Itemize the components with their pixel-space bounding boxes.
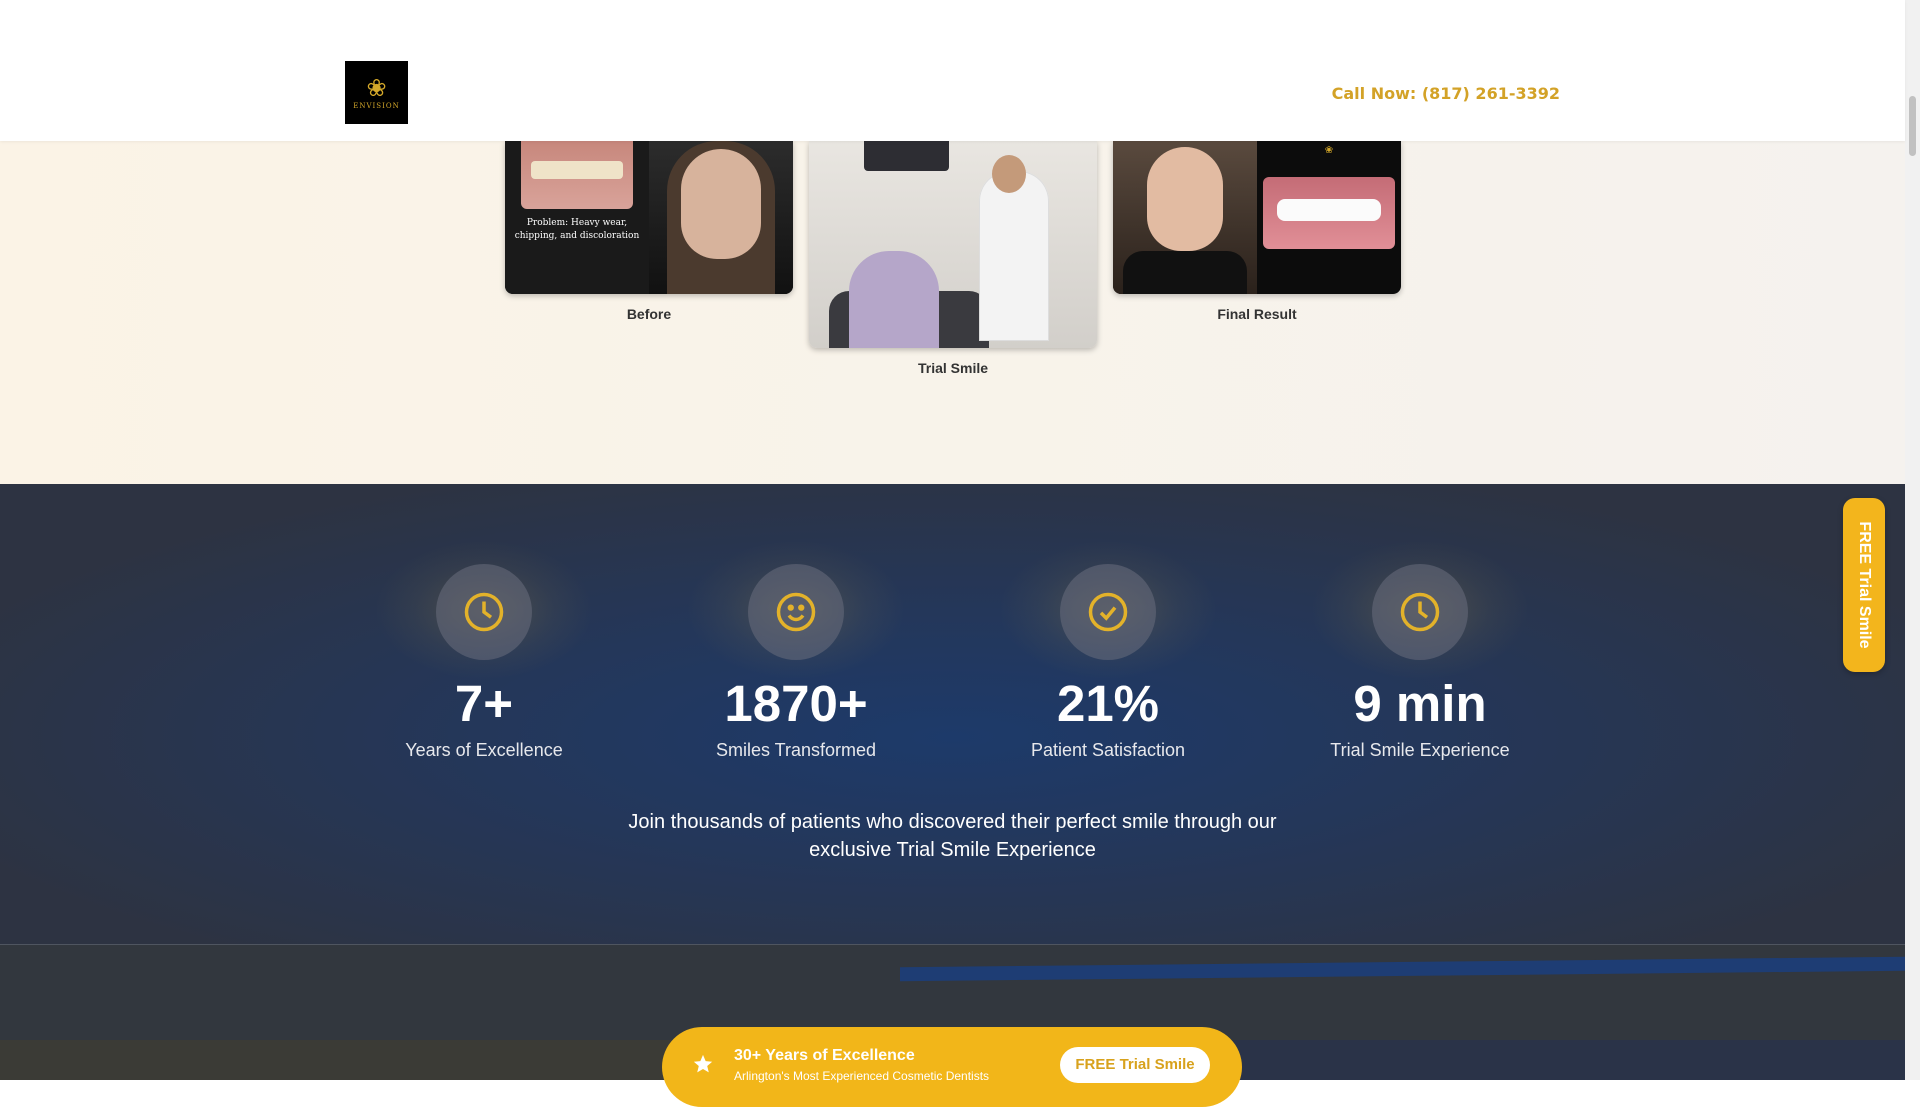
problem-text: Problem: Heavy wear, chipping, and disco…: [514, 218, 640, 241]
stat-label: Smiles Transformed: [715, 740, 877, 760]
smile-icon: [748, 564, 844, 660]
trial-smile-caption: Trial Smile: [917, 360, 989, 376]
site-header: ❀ ENVISION Call Now: (817) 261-3392: [0, 0, 1905, 141]
teeth-closeup: [521, 141, 633, 209]
stat-satisfaction: 21% Patient Satisfaction: [952, 540, 1264, 761]
star-icon: [693, 1054, 713, 1073]
patient-face: [1147, 147, 1223, 251]
stat-label: Patient Satisfaction: [1030, 740, 1186, 760]
clock-icon: [436, 564, 532, 660]
promo-banner: 30+ Years of Excellence Arlington's Most…: [662, 1027, 1242, 1107]
lotus-icon: ❀: [1324, 145, 1334, 156]
stat-trial-time: 9 min Trial Smile Experience: [1264, 540, 1576, 761]
stat-value: 9 min: [1353, 675, 1487, 732]
free-trial-smile-tab-label: FREE Trial Smile: [1856, 521, 1873, 649]
stat-value: 7+: [454, 675, 514, 732]
free-trial-smile-button[interactable]: FREE Trial Smile: [1060, 1047, 1210, 1083]
smile-closeup: [1263, 177, 1395, 249]
final-result-image[interactable]: ❀: [1113, 141, 1401, 294]
transformation-gallery: Problem: Heavy wear, chipping, and disco…: [0, 141, 1905, 484]
final-result-caption: Final Result: [1217, 306, 1297, 322]
stat-smiles: 1870+ Smiles Transformed: [640, 540, 952, 761]
before-caption: Before: [626, 306, 672, 322]
trial-smile-image[interactable]: [809, 141, 1097, 348]
promo-subtitle: Arlington's Most Experienced Cosmetic De…: [734, 1069, 990, 1083]
scroll-thumb[interactable]: [1909, 96, 1916, 156]
envision-logo[interactable]: ❀ ENVISION: [345, 61, 408, 124]
check-circle-icon: [1060, 564, 1156, 660]
clock-icon: [1372, 564, 1468, 660]
call-now-link[interactable]: Call Now: (817) 261-3392: [1332, 84, 1560, 103]
stats-description: Join thousands of patients who discovere…: [628, 811, 1277, 861]
stat-years: 7+ Years of Excellence: [328, 540, 640, 761]
lotus-icon: ❀: [366, 73, 387, 102]
trial-smile-card: Trial Smile: [809, 141, 1097, 376]
patient: [849, 251, 939, 348]
stats-section: 7+ Years of Excellence 1870+ Smiles Tran…: [0, 484, 1905, 944]
final-result-card: ❀ Final Result: [1113, 141, 1401, 322]
patient-face: [681, 149, 761, 259]
logo-text: ENVISION: [353, 101, 400, 110]
stat-value: 21%: [1056, 675, 1160, 732]
before-image[interactable]: Problem: Heavy wear, chipping, and disco…: [505, 141, 793, 294]
stat-label: Trial Smile Experience: [1330, 740, 1510, 760]
promo-title: 30+ Years of Excellence: [734, 1047, 915, 1064]
stat-value: 1870+: [724, 675, 868, 732]
before-card: Problem: Heavy wear, chipping, and disco…: [505, 141, 793, 322]
stat-label: Years of Excellence: [405, 740, 563, 760]
free-trial-smile-tab[interactable]: FREE Trial Smile: [1843, 498, 1885, 672]
monitor: [864, 141, 949, 171]
dentist: [979, 171, 1049, 341]
page-scrollbar[interactable]: [1905, 0, 1920, 1080]
